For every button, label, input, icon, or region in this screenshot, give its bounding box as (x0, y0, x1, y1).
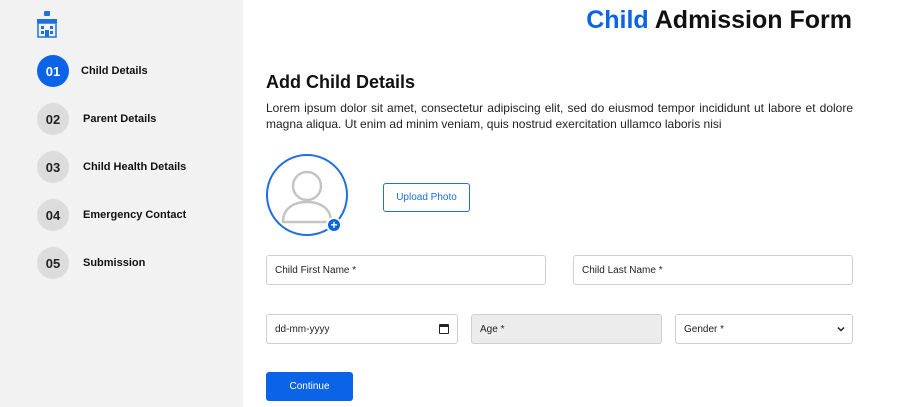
step-label: Parent Details (83, 113, 157, 125)
page-title-rest: Admission Form (654, 6, 852, 34)
continue-button[interactable]: Continue (266, 372, 353, 401)
date-of-birth-input[interactable]: dd-mm-yyyy (266, 314, 458, 344)
chevron-down-icon (837, 326, 845, 332)
section-title: Add Child Details (266, 72, 416, 92)
plus-circle-icon[interactable]: + (326, 217, 342, 233)
age-placeholder: Age * (480, 323, 505, 335)
page-title: Child Admission Form (586, 6, 852, 35)
age-input: Age * (471, 314, 662, 344)
child-first-name-placeholder: Child First Name * (275, 264, 357, 276)
sidebar-step-child-health-details[interactable]: 03 Child Health Details (37, 151, 186, 183)
step-label: Emergency Contact (83, 209, 187, 221)
calendar-icon[interactable] (439, 324, 449, 334)
page-title-accent: Child (586, 6, 649, 34)
step-number: 01 (37, 55, 69, 87)
child-first-name-input[interactable]: Child First Name * (266, 255, 546, 285)
step-label: Child Details (81, 65, 148, 77)
step-label: Child Health Details (83, 161, 187, 173)
step-number: 04 (37, 199, 69, 231)
school-building-icon (37, 11, 57, 38)
sidebar-step-child-details[interactable]: 01 Child Details (37, 55, 148, 87)
step-label: Submission (83, 257, 146, 269)
gender-selected-value: Gender * (684, 323, 725, 335)
step-number: 05 (37, 247, 69, 279)
sidebar-step-emergency-contact[interactable]: 04 Emergency Contact (37, 199, 186, 231)
section-description: Lorem ipsum dolor sit amet, consectetur … (266, 101, 853, 131)
sidebar: 01 Child Details 02 Parent Details 03 Ch… (0, 0, 243, 407)
gender-select[interactable]: Gender * (675, 314, 853, 344)
step-number: 03 (37, 151, 69, 183)
upload-photo-button[interactable]: Upload Photo (383, 183, 470, 212)
date-of-birth-placeholder: dd-mm-yyyy (275, 323, 330, 335)
child-last-name-input[interactable]: Child Last Name * (573, 255, 853, 285)
step-number: 02 (37, 103, 69, 135)
child-last-name-placeholder: Child Last Name * (582, 264, 663, 276)
sidebar-step-parent-details[interactable]: 02 Parent Details (37, 103, 156, 135)
sidebar-step-submission[interactable]: 05 Submission (37, 247, 145, 279)
